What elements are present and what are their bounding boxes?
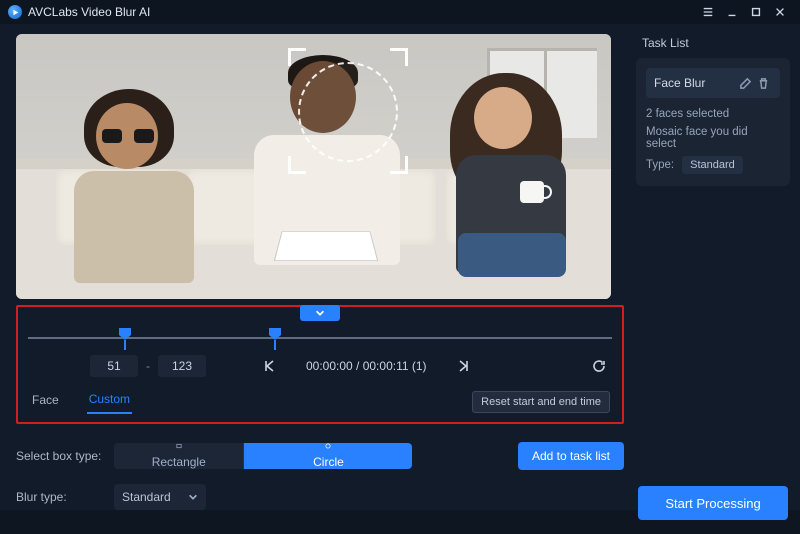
reset-time-icon[interactable] <box>588 355 610 377</box>
main: - 00:00:00 / 00:00:11 (1) <box>0 24 800 534</box>
options: Select box type: Rectangle Circle Add to… <box>16 442 624 524</box>
task-panel-title: Task List <box>642 36 790 50</box>
app-logo-icon <box>8 5 22 19</box>
left-pane: - 00:00:00 / 00:00:11 (1) <box>0 24 632 534</box>
task-panel: Task List Face Blur 2 faces selected Mos… <box>632 24 800 534</box>
shape-circle-label: Circle <box>313 455 344 469</box>
task-type-value: Standard <box>682 156 743 174</box>
edit-task-button[interactable] <box>736 74 754 92</box>
timeline-track[interactable] <box>28 337 612 339</box>
blur-type-value: Standard <box>122 490 171 504</box>
app-window: AVCLabs Video Blur AI <box>0 0 800 510</box>
mode-tabs-row: Face Custom Reset start and end time <box>22 381 618 418</box>
blur-type-select[interactable]: Standard <box>114 484 206 510</box>
task-description: Mosaic face you did select <box>646 126 780 150</box>
add-to-task-list-button[interactable]: Add to task list <box>518 442 624 470</box>
select-box-label: Select box type: <box>16 449 114 463</box>
timeline-expand-button[interactable] <box>300 305 340 321</box>
chevron-down-icon <box>188 492 198 502</box>
shape-rectangle-button[interactable]: Rectangle <box>114 443 244 469</box>
prev-frame-button[interactable] <box>258 355 280 377</box>
range-start-marker[interactable] <box>118 327 132 341</box>
menu-button[interactable] <box>696 0 720 24</box>
face-selection-circle[interactable] <box>298 62 398 162</box>
range-end-marker[interactable] <box>268 327 282 341</box>
task-name: Face Blur <box>654 76 736 90</box>
tab-custom[interactable]: Custom <box>87 389 132 414</box>
range-dash: - <box>146 359 150 373</box>
start-processing-button[interactable]: Start Processing <box>638 486 788 520</box>
minimize-button[interactable] <box>720 0 744 24</box>
timecode: 00:00:00 / 00:00:11 (1) <box>306 359 427 373</box>
close-button[interactable] <box>768 0 792 24</box>
maximize-button[interactable] <box>744 0 768 24</box>
video-preview[interactable] <box>16 34 611 299</box>
select-box-row: Select box type: Rectangle Circle Add to… <box>16 442 624 470</box>
blur-type-row: Blur type: Standard <box>16 484 624 510</box>
playback-row: - 00:00:00 / 00:00:11 (1) <box>22 351 618 381</box>
task-card: Face Blur 2 faces selected Mosaic face y… <box>636 58 790 186</box>
shape-circle-button[interactable]: Circle <box>244 443 412 469</box>
tab-face[interactable]: Face <box>30 390 61 413</box>
timeline-controls-highlight: - 00:00:00 / 00:00:11 (1) <box>16 305 624 424</box>
task-type-row: Type: Standard <box>646 156 780 174</box>
app-title: AVCLabs Video Blur AI <box>28 5 150 19</box>
start-frame-input[interactable] <box>90 355 138 377</box>
shape-rectangle-label: Rectangle <box>152 455 206 469</box>
next-frame-button[interactable] <box>453 355 475 377</box>
titlebar: AVCLabs Video Blur AI <box>0 0 800 24</box>
task-type-label: Type: <box>646 159 674 171</box>
task-faces-count: 2 faces selected <box>646 108 780 120</box>
end-frame-input[interactable] <box>158 355 206 377</box>
delete-task-button[interactable] <box>754 74 772 92</box>
blur-type-label: Blur type: <box>16 490 114 504</box>
task-header: Face Blur <box>646 68 780 98</box>
timeline[interactable] <box>28 325 612 349</box>
reset-range-button[interactable]: Reset start and end time <box>472 391 610 413</box>
